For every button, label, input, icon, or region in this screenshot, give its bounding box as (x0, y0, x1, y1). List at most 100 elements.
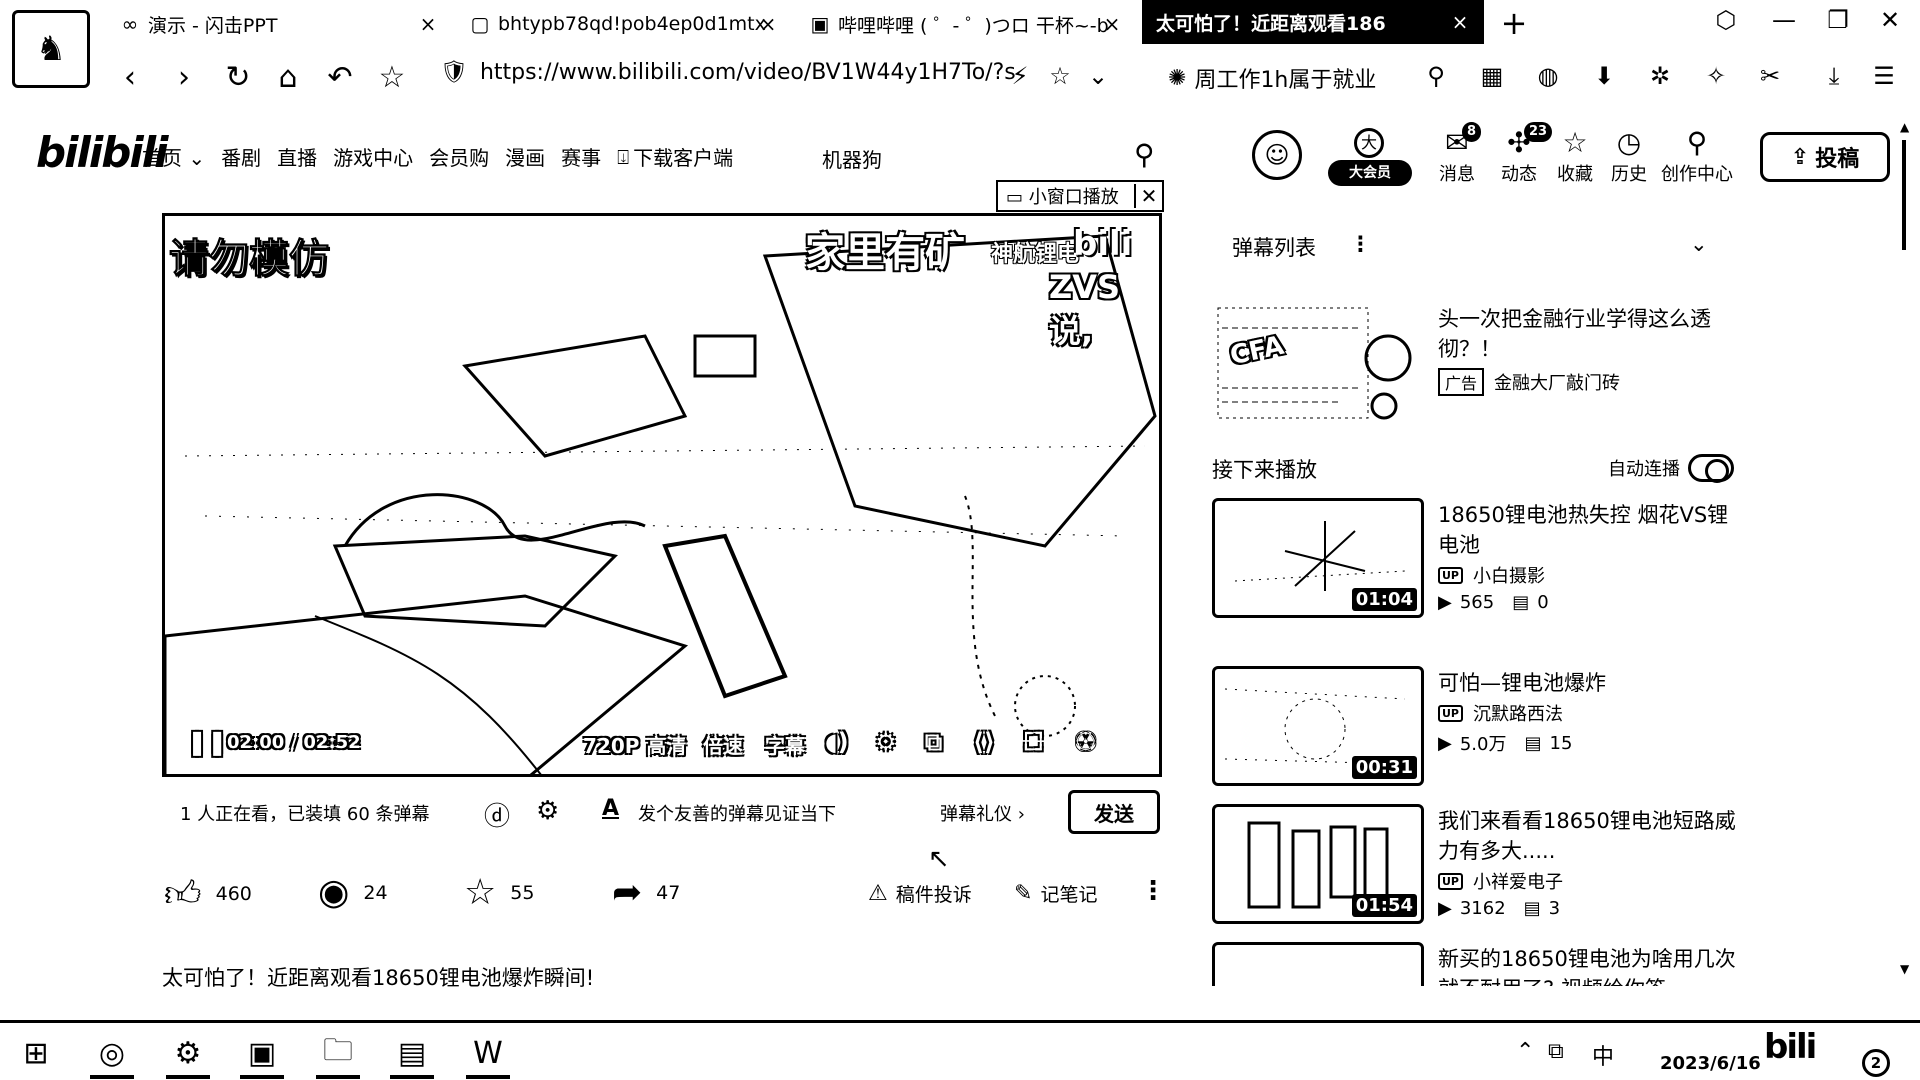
avatar[interactable]: ☺ (1252, 130, 1302, 180)
chat-app-icon[interactable]: ▣ (234, 1031, 290, 1079)
video-thumbnail[interactable] (1212, 942, 1424, 986)
wps-app-icon[interactable]: W (460, 1031, 516, 1079)
danmaku-list-header[interactable]: 弹幕列表 ⋮ ⌄ (1232, 232, 1712, 262)
tray-network-icon[interactable]: ⧉ (1548, 1039, 1564, 1064)
video-title-link[interactable]: 新买的18650锂电池为啥用几次就不耐用了? 视频给你答 (1438, 944, 1738, 986)
minimize-button[interactable]: — (1764, 6, 1804, 34)
tab-flashppt[interactable]: ∞ 演示 - 闪击PPT × (118, 6, 440, 42)
chevron-down-icon[interactable]: ⌄ (1690, 232, 1708, 256)
url-field[interactable]: 🛡 https://www.bilibili.com/video/BV1W44y… (440, 60, 1028, 85)
video-thumbnail[interactable]: 01:04 (1212, 498, 1424, 618)
volume-icon[interactable]: ◖) (825, 728, 849, 756)
close-icon[interactable]: ✕ (1134, 184, 1162, 208)
nav-download-client[interactable]: ⍗ 下载客户端 (617, 142, 733, 171)
list-item[interactable]: 01:04 18650锂电池热失控 烟花VS锂电池 UP 小白摄影 ▶ 565 ▤ 0 (1212, 498, 1772, 622)
uploader[interactable]: UP 小白摄影 (1438, 562, 1545, 588)
tab-hash-page[interactable]: ▢ bhtypb78qd!pob4ep0d1mtx × (468, 6, 780, 42)
send-danmaku-button[interactable]: 发送 (1068, 790, 1160, 834)
close-window-button[interactable]: ✕ (1870, 6, 1910, 34)
autoplay-control[interactable]: 自动连播 (1608, 454, 1734, 483)
video-title-link[interactable]: 18650锂电池热失控 烟花VS锂电池 (1438, 500, 1738, 560)
subtitle-toggle[interactable]: 字幕 (765, 730, 805, 759)
scroll-up-icon[interactable]: ▲ (1900, 120, 1909, 134)
list-item[interactable]: 00:31 可怕—锂电池爆炸 UP 沉默路西法 ▶ 5.0万 ▤ 15 (1212, 666, 1772, 790)
list-item[interactable]: 新买的18650锂电池为啥用几次就不耐用了? 视频给你答 (1212, 942, 1772, 986)
pause-icon[interactable]: ❚❚ (187, 728, 227, 756)
notes-button[interactable]: ✎ 记笔记 (1014, 880, 1097, 907)
system-date[interactable]: 2023/6/16 (1660, 1053, 1761, 1074)
undo-close-icon[interactable]: ↶ (322, 60, 358, 95)
nav-member-shop[interactable]: 会员购 (429, 142, 489, 171)
settings-app-icon[interactable]: ⚙ (160, 1031, 216, 1079)
danmaku-settings-icon[interactable]: ⚙ (536, 796, 559, 826)
restore-button[interactable]: ❐ (1818, 6, 1858, 34)
back-icon[interactable]: ‹ (112, 60, 148, 95)
tab-close-icon[interactable]: × (1448, 10, 1472, 34)
apps-grid-icon[interactable]: ▦ (1474, 62, 1510, 90)
more-options-icon[interactable]: ⋮ (1350, 232, 1371, 256)
ad-source[interactable]: 金融大厂敲门砖 (1494, 369, 1620, 395)
tray-chevron-up-icon[interactable]: ⌃ (1516, 1039, 1534, 1064)
shirt-skin-icon[interactable]: ⬡ (1706, 6, 1746, 34)
nav-esports[interactable]: 赛事 (561, 142, 601, 171)
speed-select[interactable]: 倍速 (703, 730, 743, 759)
nav-live[interactable]: 直播 (277, 142, 317, 171)
widescreen-icon[interactable]: ⟨⟩ (973, 728, 995, 756)
start-windows-icon[interactable]: ⊞ (8, 1031, 64, 1075)
ad-title[interactable]: 头一次把金融行业学得这么透彻？！ (1438, 304, 1738, 364)
mini-player-toggle[interactable]: ▭ 小窗口播放 ✕ (996, 180, 1164, 212)
vip-badge[interactable]: 大 大会员 (1328, 128, 1412, 186)
extension-cat-icon[interactable]: ✧ (1698, 62, 1734, 90)
reload-icon[interactable]: ↻ (220, 60, 256, 95)
new-tab-button[interactable]: + (1496, 4, 1532, 42)
download-icon[interactable]: ⤓ (1816, 62, 1852, 90)
home-icon[interactable]: ⌂ (270, 60, 306, 95)
quality-select[interactable]: 720P 高清 (583, 730, 686, 759)
browser-search-box[interactable]: ✺ 周工作1h属于就业 (1168, 62, 1376, 94)
ime-indicator[interactable]: 中 (1592, 1039, 1614, 1071)
notification-count[interactable]: 2 (1862, 1049, 1890, 1077)
danmaku-style-icon[interactable]: A (602, 796, 619, 821)
tab-current-video[interactable]: 太可怕了！近距离观看186 × (1142, 0, 1484, 44)
nav-anime[interactable]: 番剧 (221, 142, 261, 171)
tab-bilibili-home[interactable]: ▣ 哔哩哔哩 ( ゜- ゜)つロ 干杯~-b × (808, 6, 1124, 42)
tab-close-icon[interactable]: × (756, 12, 780, 36)
video-title-link[interactable]: 我们来看看18650锂电池短路威力有多大..... (1438, 806, 1738, 866)
web-fullscreen-icon[interactable]: ⛶ (1025, 728, 1042, 756)
report-button[interactable]: ⚠ 稿件投诉 (868, 880, 972, 907)
nav-home[interactable]: 首页 ⌄ (142, 142, 205, 171)
autoplay-toggle[interactable] (1688, 454, 1734, 483)
danmaku-etiquette-link[interactable]: 弹幕礼仪 › (940, 800, 1025, 826)
header-messages[interactable]: ✉ 8 消息 (1422, 122, 1492, 186)
download-circle-icon[interactable]: ⬇ (1586, 62, 1622, 90)
ai-assistant-icon[interactable]: ◍ (1530, 62, 1566, 90)
favorite-star-icon[interactable]: ☆ (1042, 62, 1078, 90)
search-icon[interactable]: ⚲ (1418, 62, 1454, 90)
more-options-icon[interactable]: ⋮ (1140, 876, 1166, 906)
site-search-icon[interactable]: ⚲ (1134, 138, 1155, 171)
file-explorer-icon[interactable]: 🗀 (310, 1031, 366, 1079)
page-scrollbar[interactable]: ▲ ▼ (1900, 120, 1910, 980)
url-text[interactable]: https://www.bilibili.com/video/BV1W44y1H… (480, 60, 1028, 85)
fullscreen-icon[interactable]: ☢ (1075, 728, 1097, 756)
menu-icon[interactable]: ☰ (1866, 62, 1902, 90)
bookmark-star-icon[interactable]: ☆ (374, 60, 410, 95)
tab-close-icon[interactable]: × (1100, 12, 1124, 36)
danmaku-toggle-icon[interactable]: ⓓ (484, 796, 510, 833)
scroll-thumb[interactable] (1902, 140, 1906, 250)
share-button[interactable]: ➦ 47 (612, 872, 680, 913)
media-app-icon[interactable]: ▤ (384, 1031, 440, 1079)
nav-manga[interactable]: 漫画 (505, 142, 545, 171)
danmaku-input[interactable]: 发个友善的弹幕见证当下 (638, 800, 836, 826)
site-search-input[interactable]: 机器狗 (822, 144, 882, 173)
video-player[interactable]: 请勿模仿 家里有矿 神航锂电 bili ZVS说, ❚❚ 02:00 / 02:… (162, 213, 1162, 777)
openai-icon[interactable]: ✲ (1642, 62, 1678, 90)
browser-app-icon[interactable]: ◎ (84, 1031, 140, 1079)
picture-in-picture-icon[interactable]: ⧉ (925, 728, 942, 756)
list-item[interactable]: 01:54 我们来看看18650锂电池短路威力有多大..... UP 小祥爱电子 … (1212, 804, 1772, 928)
nav-game-center[interactable]: 游戏中心 (333, 142, 413, 171)
scissors-icon[interactable]: ✂ (1752, 62, 1788, 90)
header-creator-center[interactable]: ⚲ 创作中心 (1652, 126, 1742, 186)
ad-thumbnail[interactable]: CFA (1212, 298, 1420, 428)
coin-button[interactable]: ◉ 24 (318, 872, 388, 913)
